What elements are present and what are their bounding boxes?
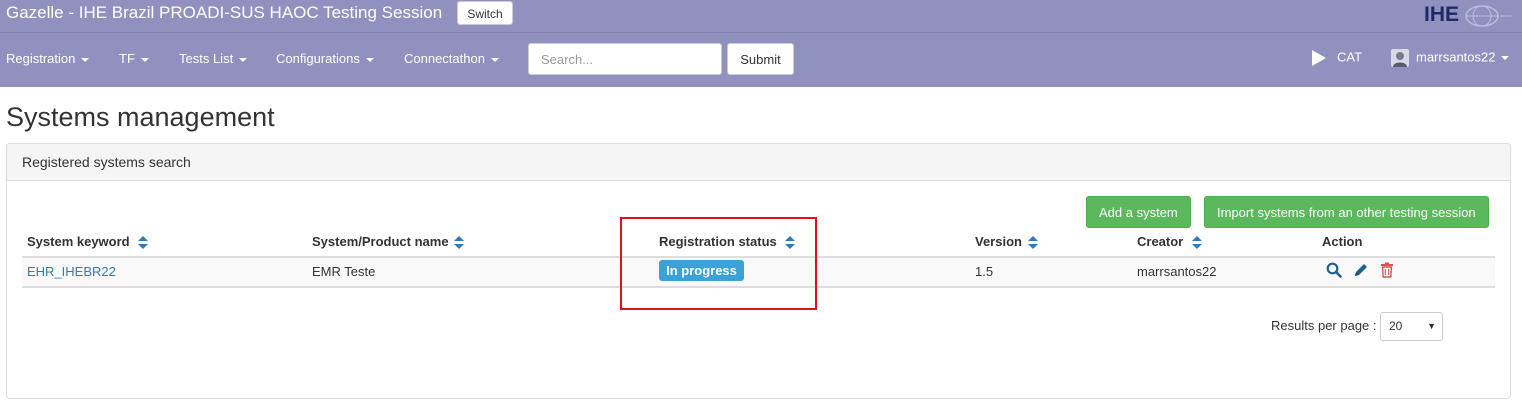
nav-tests-list-label: Tests List <box>179 51 234 66</box>
nav-tf-menu[interactable]: TF <box>119 51 149 66</box>
sort-icon <box>1191 235 1202 249</box>
caret-down-icon <box>1501 56 1510 60</box>
nav-connectathon-label: Connectathon <box>404 51 485 66</box>
caret-down-icon <box>490 57 499 62</box>
main-navbar: Registration TF Tests List Configuration… <box>0 33 1522 87</box>
caret-down-icon <box>81 57 90 62</box>
cat-label: CAT <box>1337 49 1363 65</box>
results-per-page-label: Results per page : <box>1271 318 1377 333</box>
caret-down-icon <box>140 57 149 62</box>
column-label: Action <box>1322 234 1363 249</box>
cell-version: 1.5 <box>975 264 994 279</box>
column-header-action: Action <box>1322 234 1362 249</box>
view-search-icon[interactable] <box>1326 262 1342 278</box>
highlight-annotation-box <box>620 217 817 310</box>
delete-trash-icon[interactable] <box>1380 262 1394 278</box>
cat-link[interactable]: CAT <box>1311 49 1362 67</box>
ihe-logo[interactable]: IHE <box>1424 1 1514 29</box>
nav-tests-list-menu[interactable]: Tests List <box>179 51 248 66</box>
nav-registration-menu[interactable]: Registration <box>6 51 90 66</box>
column-label: System keyword <box>27 234 130 249</box>
column-header-system-keyword[interactable]: System keyword <box>27 234 149 250</box>
column-header-creator[interactable]: Creator <box>1137 234 1202 250</box>
results-per-page-select[interactable]: 20 ▼ <box>1380 312 1443 341</box>
column-label: Creator <box>1137 234 1184 249</box>
results-per-page-value: 20 <box>1389 319 1403 333</box>
cell-creator: marrsantos22 <box>1137 264 1217 279</box>
add-system-button[interactable]: Add a system <box>1086 196 1191 228</box>
user-avatar-icon <box>1391 49 1409 67</box>
column-label: Version <box>975 234 1022 249</box>
panel-heading: Registered systems search <box>7 144 1510 181</box>
top-bar: Gazelle - IHE Brazil PROADI-SUS HAOC Tes… <box>0 0 1522 33</box>
user-menu[interactable]: marrsantos22 <box>1391 49 1510 67</box>
search-submit-button[interactable]: Submit <box>727 43 794 75</box>
column-header-version[interactable]: Version <box>975 234 1038 250</box>
search-input[interactable] <box>528 43 722 75</box>
cell-system-keyword: EHR_IHEBR22 <box>27 264 116 279</box>
column-label: System/Product name <box>312 234 449 249</box>
system-keyword-link[interactable]: EHR_IHEBR22 <box>27 264 116 279</box>
nav-connectathon-menu[interactable]: Connectathon <box>404 51 499 66</box>
play-icon <box>1312 50 1326 66</box>
sort-icon <box>138 235 149 249</box>
sort-icon <box>454 235 465 249</box>
edit-pencil-icon[interactable] <box>1353 262 1369 278</box>
nav-configurations-label: Configurations <box>276 51 360 66</box>
user-name: marrsantos22 <box>1416 49 1496 65</box>
app-title: Gazelle - IHE Brazil PROADI-SUS HAOC Tes… <box>6 3 443 22</box>
page-title: Systems management <box>6 102 275 132</box>
caret-down-icon <box>365 57 374 62</box>
switch-session-button[interactable]: Switch <box>457 1 513 25</box>
column-header-product-name[interactable]: System/Product name <box>312 234 465 250</box>
select-arrow-icon: ▼ <box>1427 321 1436 331</box>
ihe-logo-text: IHE <box>1424 3 1459 26</box>
nav-configurations-menu[interactable]: Configurations <box>276 51 374 66</box>
sort-icon <box>1027 235 1038 249</box>
cell-product-name: EMR Teste <box>312 264 376 279</box>
caret-down-icon <box>239 57 248 62</box>
import-systems-button[interactable]: Import systems from an other testing ses… <box>1204 196 1489 228</box>
nav-tf-label: TF <box>119 51 135 66</box>
nav-registration-label: Registration <box>6 51 76 66</box>
